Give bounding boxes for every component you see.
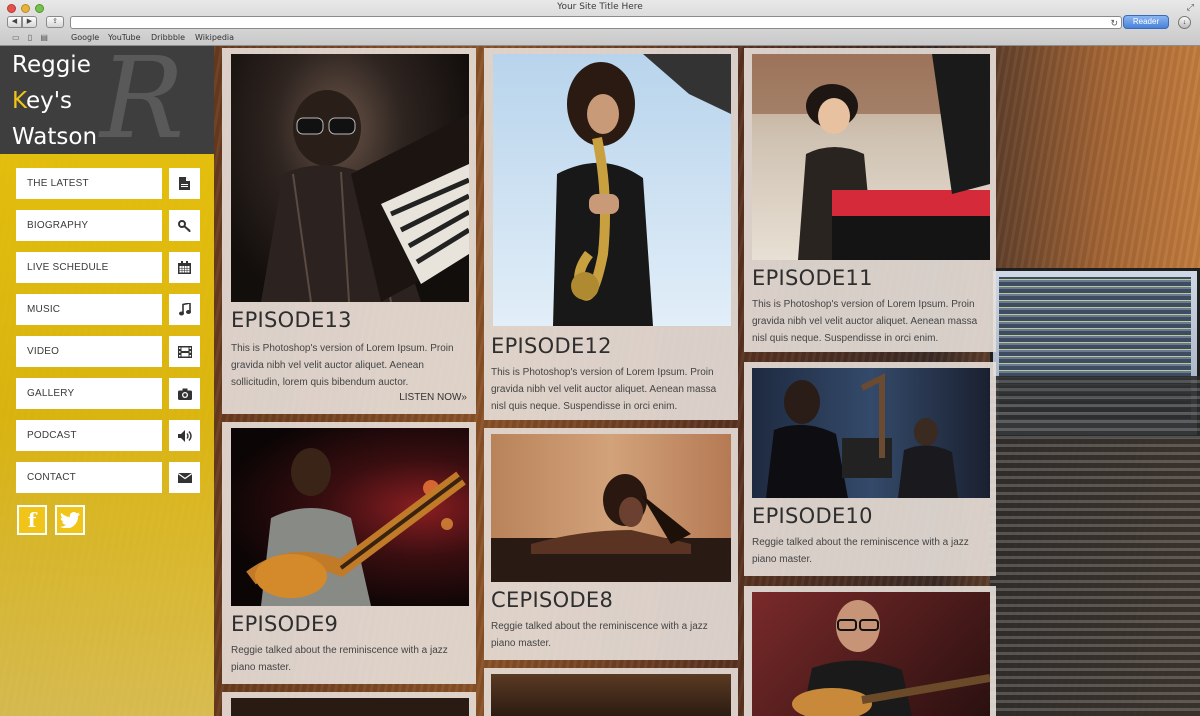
- menu-item-biography[interactable]: BIOGRAPHY: [16, 210, 162, 241]
- episode-card-13[interactable]: EPISODE13 This is Photoshop's version of…: [222, 48, 476, 414]
- speaker-icon[interactable]: [169, 420, 200, 451]
- episode9-description: Reggie talked about the reminiscence wit…: [231, 645, 448, 673]
- episode12-title[interactable]: EPISODE12: [491, 334, 612, 358]
- bookmarks-icons[interactable]: ▭ ▯ ▤: [12, 33, 51, 42]
- episode9-title[interactable]: EPISODE9: [231, 612, 338, 636]
- web-page: R Reggie Key's Watson THE LATEST BIOGRAP…: [0, 46, 1200, 716]
- menu-item-gallery[interactable]: GALLERY: [16, 378, 162, 409]
- twitter-icon[interactable]: [55, 505, 85, 535]
- site-name-initial: K: [12, 88, 26, 114]
- facebook-icon[interactable]: f: [17, 505, 47, 535]
- key-icon[interactable]: [169, 210, 200, 241]
- episode13-title[interactable]: EPISODE13: [231, 308, 352, 332]
- episode-card-next-col2[interactable]: [484, 668, 738, 716]
- site-name-line3: Watson: [12, 124, 98, 150]
- sidebar: R Reggie Key's Watson THE LATEST BIOGRAP…: [0, 46, 214, 716]
- site-name-line1: Reggie: [12, 52, 91, 78]
- camera-icon[interactable]: [169, 378, 200, 409]
- next-episode-photo-col1[interactable]: [231, 698, 469, 716]
- menu-item-music[interactable]: MUSIC: [16, 294, 162, 325]
- browser-toolbar: Your Site Title Here ⤢ ◀ ▶ ⇪ ↻ Reader ↓ …: [0, 0, 1200, 46]
- episode10-title[interactable]: EPISODE10: [752, 504, 873, 528]
- calendar-icon[interactable]: [169, 252, 200, 283]
- share-button[interactable]: ⇪: [46, 16, 64, 28]
- site-name-line2-rest: ey's: [25, 88, 73, 114]
- episode13-photo[interactable]: [231, 54, 469, 302]
- episode8-title[interactable]: CEPISODE8: [491, 588, 613, 612]
- menu-item-live-schedule[interactable]: LIVE SCHEDULE: [16, 252, 162, 283]
- bookmark-dribbble[interactable]: Dribbble: [151, 33, 185, 42]
- episode8-photo[interactable]: [491, 434, 731, 582]
- address-bar[interactable]: ↻: [70, 16, 1122, 29]
- episode12-photo[interactable]: [493, 54, 731, 326]
- logo-monogram: R: [100, 46, 185, 164]
- site-logo[interactable]: R Reggie Key's Watson: [0, 46, 214, 164]
- music-note-icon[interactable]: [169, 294, 200, 325]
- episode-card-9[interactable]: EPISODE9 Reggie talked about the reminis…: [222, 422, 476, 684]
- listen-now-link[interactable]: LISTEN NOW»: [399, 392, 467, 403]
- fullscreen-icon[interactable]: ⤢: [1187, 2, 1194, 13]
- episode-card-10[interactable]: EPISODE10 Reggie talked about the remini…: [744, 362, 996, 576]
- downloads-icon[interactable]: ↓: [1178, 16, 1191, 29]
- next-episode-photo-col2[interactable]: [491, 674, 731, 716]
- episode10-photo[interactable]: [752, 368, 990, 498]
- episode11-description: This is Photoshop's version of Lorem Ips…: [752, 299, 978, 344]
- menu-item-contact[interactable]: CONTACT: [16, 462, 162, 493]
- episode-card-11[interactable]: EPISODE11 This is Photoshop's version of…: [744, 48, 996, 352]
- next-episode-photo-col3[interactable]: [752, 592, 990, 716]
- background-mixing-console-image: [990, 376, 1200, 716]
- envelope-icon[interactable]: [169, 462, 200, 493]
- episode-card-12[interactable]: EPISODE12 This is Photoshop's version of…: [484, 48, 738, 420]
- bookmark-youtube[interactable]: YouTube: [108, 33, 141, 42]
- episode-card-next-col1[interactable]: [222, 692, 476, 716]
- back-button[interactable]: ◀: [7, 16, 22, 28]
- episode10-description: Reggie talked about the reminiscence wit…: [752, 537, 969, 565]
- site-name-line2: Key's: [12, 88, 72, 114]
- bookmark-google[interactable]: Google: [71, 33, 99, 42]
- menu-item-video[interactable]: VIDEO: [16, 336, 162, 367]
- episode9-photo[interactable]: [231, 428, 469, 606]
- episode12-description: This is Photoshop's version of Lorem Ips…: [491, 367, 717, 412]
- episode11-title[interactable]: EPISODE11: [752, 266, 873, 290]
- document-icon[interactable]: [169, 168, 200, 199]
- episode-card-next-col3[interactable]: [744, 586, 996, 716]
- episode13-description: This is Photoshop's version of Lorem Ips…: [231, 343, 454, 388]
- reader-button[interactable]: Reader: [1123, 15, 1169, 29]
- menu-item-podcast[interactable]: PODCAST: [16, 420, 162, 451]
- window-title: Your Site Title Here: [557, 2, 643, 12]
- episode8-description: Reggie talked about the reminiscence wit…: [491, 621, 708, 649]
- episode-card-8[interactable]: CEPISODE8 Reggie talked about the remini…: [484, 428, 738, 660]
- menu-item-the-latest[interactable]: THE LATEST: [16, 168, 162, 199]
- episode11-photo[interactable]: [752, 54, 990, 260]
- film-icon[interactable]: [169, 336, 200, 367]
- forward-button[interactable]: ▶: [22, 16, 37, 28]
- bookmark-wikipedia[interactable]: Wikipedia: [195, 33, 234, 42]
- reload-icon[interactable]: ↻: [1110, 17, 1118, 29]
